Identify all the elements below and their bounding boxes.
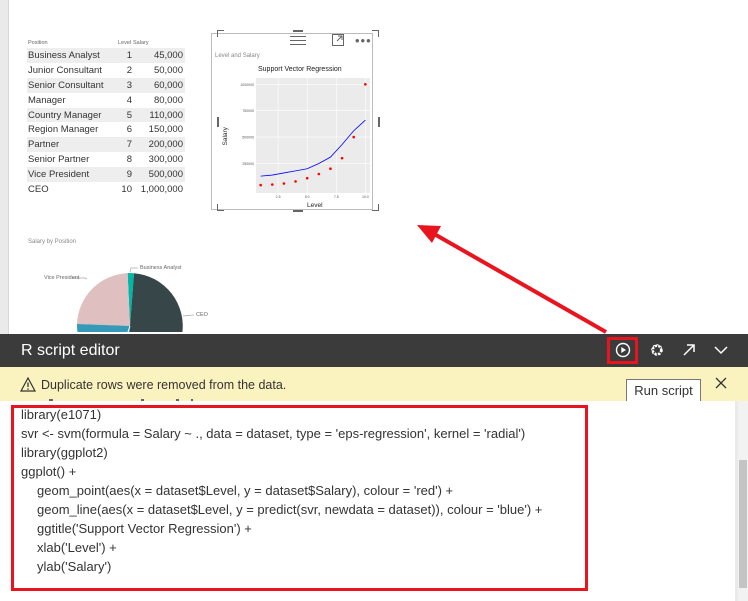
cell-level: 9 [126, 169, 132, 181]
cell-level: 5 [126, 109, 132, 121]
close-warning-icon[interactable] [713, 375, 729, 391]
y-tick-label: 250000 [242, 162, 254, 166]
focus-mode-icon[interactable] [332, 34, 344, 46]
code-line-partial [21, 399, 231, 404]
table-header: Position Level Salary [27, 38, 185, 48]
table-row[interactable]: Senior Consultant 3 60,000 [27, 77, 185, 93]
pie-label-vice-president: Vice President [44, 275, 80, 281]
cell-position: CEO [28, 183, 49, 195]
table-row[interactable]: Vice President 9 500,000 [27, 167, 185, 183]
pie-label-ceo: CEO [196, 312, 208, 318]
chart-title: Support Vector Regression [258, 66, 342, 73]
cell-position: Junior Consultant [28, 64, 102, 76]
run-script-tooltip: Run script [626, 379, 701, 402]
resize-handle-bl[interactable] [217, 204, 224, 211]
x-axis-label: Level [307, 202, 323, 209]
r-visual[interactable]: Level and Salary Support Vector Regressi… [211, 33, 373, 210]
cell-level: 2 [126, 64, 132, 76]
table-row[interactable]: Manager 4 80,000 [27, 93, 185, 108]
pie-title: Salary by Position [28, 239, 77, 245]
data-point [352, 135, 356, 139]
data-point [317, 172, 321, 176]
data-point [282, 182, 286, 185]
table-row[interactable]: Junior Consultant 2 50,000 [27, 63, 185, 78]
resize-handle-br[interactable] [372, 204, 379, 211]
salary-pie-chart[interactable] [30, 262, 250, 332]
data-point [329, 167, 332, 171]
table-row[interactable]: CEO 10 1,000,000 [27, 182, 185, 197]
cell-level: 8 [126, 154, 132, 166]
resize-handle-bottom[interactable] [293, 210, 303, 212]
x-tick-label: 10.0 [362, 195, 369, 199]
warning-text: Duplicate rows were removed from the dat… [41, 378, 287, 392]
data-point [305, 176, 309, 180]
code-highlight-box [11, 405, 588, 591]
cell-level: 4 [126, 94, 132, 106]
x-tick-label: 2.5 [276, 195, 281, 199]
svr-chart: Support Vector Regression Level Salary 2500… [222, 66, 370, 209]
x-tick-label: 7.5 [334, 195, 339, 199]
y-axis-label: Salary [222, 126, 229, 145]
cell-level: 7 [126, 139, 132, 151]
resize-handle-tl[interactable] [217, 30, 224, 37]
col-header-salary[interactable]: Salary [133, 40, 185, 46]
data-point [364, 83, 367, 86]
data-point [270, 183, 274, 186]
y-tick-label: 500000 [242, 136, 254, 140]
collapse-chevron-icon[interactable] [710, 339, 732, 361]
cell-position: Vice President [28, 169, 90, 181]
cell-salary: 60,000 [153, 79, 183, 91]
table-row[interactable]: Partner 7 200,000 [27, 137, 185, 153]
cell-level: 10 [121, 183, 132, 195]
salary-table[interactable]: Position Level Salary Business Analyst 1 4… [27, 38, 185, 197]
cell-salary: 500,000 [148, 169, 183, 181]
resize-handle-right[interactable] [378, 117, 380, 127]
cell-salary: 80,000 [153, 94, 183, 106]
resize-handle-tr[interactable] [372, 30, 379, 37]
table-row[interactable]: Business Analyst 1 45,000 [27, 48, 185, 63]
run-script-highlight [607, 337, 638, 364]
cell-level: 3 [126, 79, 132, 91]
cell-salary: 150,000 [148, 124, 183, 136]
cell-position: Senior Partner [28, 154, 90, 166]
cell-salary: 300,000 [148, 154, 183, 166]
scrollbar-thumb[interactable] [739, 460, 747, 588]
more-options-icon[interactable]: ••• [355, 33, 372, 48]
cell-salary: 110,000 [149, 109, 183, 121]
y-tick-label: 1000000 [240, 83, 254, 87]
table-row[interactable]: Region Manager 6 150,000 [27, 122, 185, 137]
cell-position: Manager [28, 94, 66, 106]
table-row[interactable]: Senior Partner 8 300,000 [27, 152, 185, 167]
resize-handle-left[interactable] [217, 117, 219, 127]
cell-position: Region Manager [28, 124, 99, 136]
cell-position: Country Manager [28, 109, 102, 121]
settings-gear-icon[interactable] [646, 339, 668, 361]
cell-position: Partner [28, 139, 60, 151]
resize-handle-top[interactable] [293, 30, 303, 32]
col-header-level[interactable]: Level [117, 40, 133, 46]
cell-position: Senior Consultant [28, 79, 104, 91]
cell-salary: 45,000 [153, 49, 183, 61]
expand-external-icon[interactable] [678, 339, 700, 361]
data-point [259, 183, 262, 187]
cell-salary: 50,000 [153, 64, 183, 76]
cell-level: 1 [126, 49, 132, 61]
x-tick-label: 5.0 [305, 195, 310, 199]
y-tick-label: 750000 [242, 109, 254, 113]
hamburger-icon[interactable] [290, 34, 306, 46]
data-point [340, 156, 344, 160]
pie-label-business-analyst: Business Analyst [140, 265, 182, 271]
table-row[interactable]: Country Manager 5 110,000 [27, 107, 185, 123]
cell-salary: 200,000 [148, 139, 183, 151]
cell-position: Business Analyst [28, 49, 100, 61]
col-header-position[interactable]: Position [27, 40, 117, 46]
editor-title: R script editor [21, 342, 120, 359]
plot-panel [256, 78, 370, 193]
cell-salary: 1,000,000 [140, 183, 183, 195]
data-point [294, 180, 297, 183]
warning-icon [20, 377, 36, 392]
cell-level: 6 [126, 124, 132, 136]
